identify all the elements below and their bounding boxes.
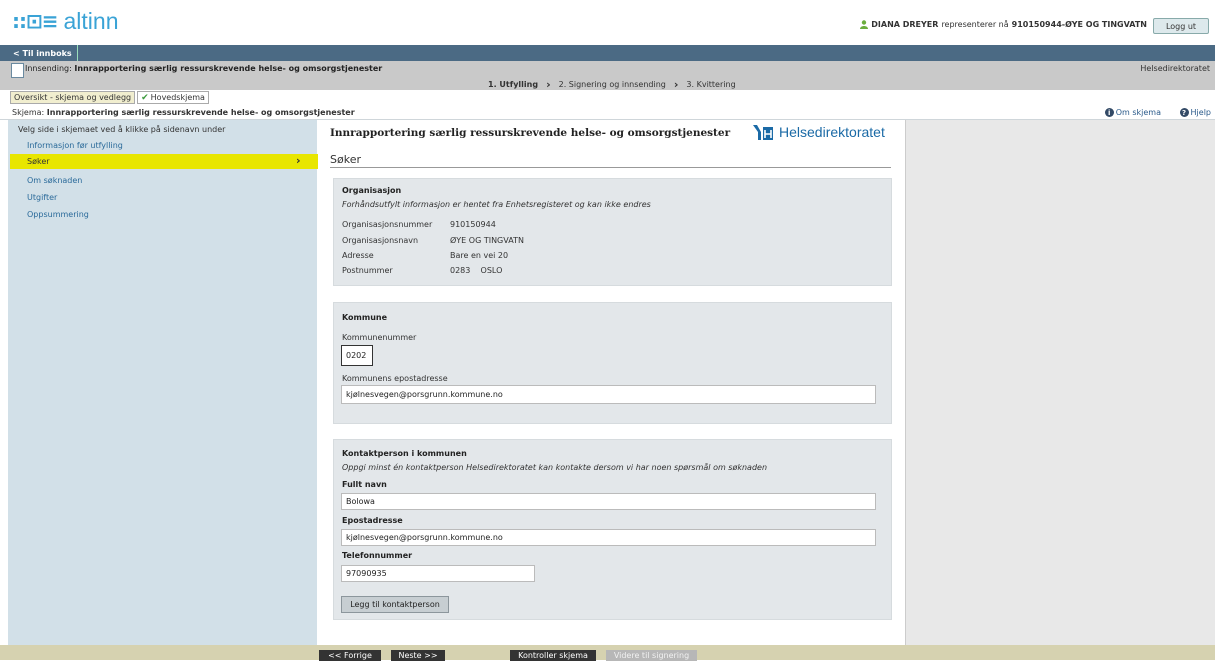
- help-link[interactable]: ? Hjelp: [1179, 108, 1211, 117]
- form-title-prefix: Skjema:: [12, 108, 45, 117]
- section-divider: [330, 167, 891, 168]
- altinn-logo-text: altinn: [63, 7, 119, 34]
- sidebar-item-utgifter[interactable]: Utgifter: [27, 193, 57, 202]
- helsedirektoratet-logo-text: Helsedirektoratet: [779, 124, 885, 140]
- municipality-email-input[interactable]: kjølnesvegen@porsgrunn.kommune.no: [341, 385, 876, 404]
- email-input[interactable]: kjølnesvegen@porsgrunn.kommune.no: [341, 529, 876, 546]
- chevron-right-icon: ›: [546, 78, 551, 91]
- full-name-input[interactable]: Bolowa: [341, 493, 876, 510]
- altinn-logo-mark: ::⊡≡: [12, 9, 59, 33]
- info-icon: i: [1104, 108, 1114, 117]
- org-number-label: Organisasjonsnummer: [342, 220, 433, 229]
- step-receipt: 3. Kvittering: [686, 80, 736, 89]
- org-name-label: Organisasjonsnavn: [342, 236, 419, 245]
- email-label: Epostadresse: [342, 516, 403, 525]
- form-tabs: Oversikt - skjema og vedlegg ✔ Hovedskje…: [10, 91, 209, 104]
- tab-main-form[interactable]: ✔ Hovedskjema: [137, 91, 209, 104]
- represented-org: 910150944-ØYE OG TINGVATN: [1011, 20, 1147, 29]
- municipality-heading: Kommune: [342, 313, 388, 322]
- progress-steps: 1. Utfylling › 2. Signering og innsendin…: [488, 78, 736, 91]
- chevron-right-icon: ›: [673, 78, 679, 91]
- user-info: DIANA DREYER representerer nå 910150944-…: [860, 20, 1147, 29]
- add-contact-button[interactable]: Legg til kontaktperson: [341, 596, 449, 613]
- represents-text: representerer nå: [941, 20, 1009, 29]
- main-title: Innrapportering særlig ressurskrevende h…: [330, 127, 731, 139]
- address-label: Adresse: [342, 251, 374, 260]
- contact-info: Oppgi minst én kontaktperson Helsedirekt…: [342, 463, 768, 472]
- phone-input[interactable]: 97090935: [341, 565, 535, 582]
- helsedirektoratet-logo: Helsedirektoratet: [752, 123, 885, 141]
- address-value: Bare en vei 20: [450, 251, 509, 260]
- organization-heading: Organisasjon: [342, 186, 402, 195]
- municipality-panel: [333, 302, 892, 424]
- user-icon: [860, 20, 869, 29]
- back-to-inbox-link[interactable]: < Til innboks: [8, 45, 78, 61]
- step-sign: 2. Signering og innsending: [558, 80, 666, 89]
- agency-name: Helsedirektoratet: [1140, 64, 1210, 73]
- about-form-link[interactable]: i Om skjema: [1104, 108, 1161, 117]
- section-title: Søker: [330, 153, 361, 166]
- org-number-value: 910150944: [450, 220, 496, 229]
- about-form-label: Om skjema: [1115, 108, 1161, 117]
- altinn-logo[interactable]: ::⊡≡ altinn: [12, 8, 119, 34]
- next-button[interactable]: Neste >>: [391, 650, 445, 661]
- logout-button[interactable]: Logg ut: [1153, 18, 1209, 34]
- document-icon: [11, 63, 24, 78]
- org-name-value: ØYE OG TINGVATN: [450, 236, 524, 245]
- continue-to-signing-button[interactable]: Videre til signering: [606, 650, 697, 661]
- sidebar-item-info[interactable]: Informasjon før utfylling: [27, 141, 123, 150]
- sending-prefix: Innsending:: [25, 64, 72, 73]
- helsedirektoratet-logo-icon: [753, 125, 773, 140]
- organization-panel: [333, 178, 892, 286]
- phone-label: Telefonnummer: [342, 551, 413, 560]
- tab-main-label: Hovedskjema: [150, 93, 205, 102]
- check-form-button[interactable]: Kontroller skjema: [510, 650, 596, 661]
- help-label: Hjelp: [1190, 108, 1211, 117]
- tab-overview[interactable]: Oversikt - skjema og vedlegg: [10, 91, 136, 104]
- postal-value: 0283 OSLO: [450, 266, 503, 275]
- sidebar-item-active-highlight: [10, 154, 318, 169]
- step-fill: 1. Utfylling: [488, 80, 539, 89]
- sending-title: Innsending: Innrapportering særlig ressu…: [25, 64, 382, 73]
- contact-heading: Kontaktperson i kommunen: [342, 449, 467, 458]
- check-icon: ✔: [141, 92, 149, 103]
- form-title-line: Skjema: Innrapportering særlig ressurskr…: [12, 108, 355, 117]
- form-title: Innrapportering særlig ressurskrevende h…: [46, 108, 355, 117]
- postal-label: Postnummer: [342, 266, 393, 275]
- full-name-label: Fullt navn: [342, 480, 387, 489]
- sidebar-item-oppsummering[interactable]: Oppsummering: [27, 210, 89, 219]
- user-name: DIANA DREYER: [871, 20, 939, 29]
- previous-button[interactable]: << Forrige: [319, 650, 381, 661]
- sending-form-title: Innrapportering særlig ressurskrevende h…: [74, 64, 383, 73]
- organization-info: Forhåndsutfylt informasjon er hentet fra…: [342, 200, 651, 209]
- chevron-right-icon: ›: [296, 154, 301, 167]
- nav-strip: [0, 45, 1215, 61]
- municipality-number-input[interactable]: 0202: [341, 345, 373, 366]
- sidebar-instruction: Velg side i skjemaet ved å klikke på sid…: [18, 125, 226, 134]
- municipality-email-label: Kommunens epostadresse: [342, 374, 448, 383]
- sidebar-item-soker[interactable]: Søker: [27, 157, 50, 166]
- right-panel: [905, 120, 1215, 645]
- help-icon: ?: [1179, 108, 1189, 117]
- municipality-number-label: Kommunenummer: [342, 333, 417, 342]
- sidebar-item-om-soknaden[interactable]: Om søknaden: [27, 176, 82, 185]
